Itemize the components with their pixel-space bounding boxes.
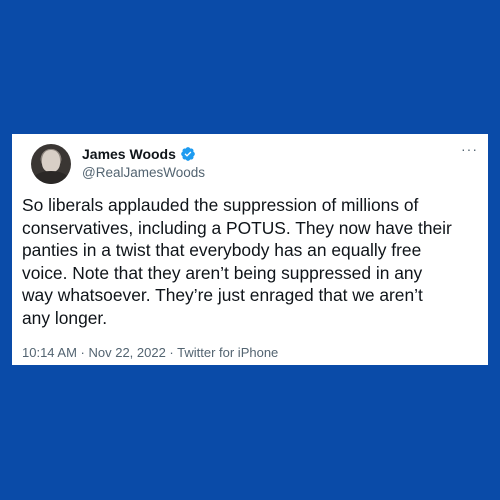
- author-handle[interactable]: @RealJamesWoods: [82, 164, 205, 182]
- avatar-face: [42, 150, 60, 172]
- more-options-icon[interactable]: ···: [461, 142, 478, 156]
- tweet-timestamp[interactable]: 10:14 AM · Nov 22, 2022 · Twitter for iP…: [22, 345, 278, 361]
- avatar-shoulders: [33, 171, 69, 184]
- author-name[interactable]: James Woods: [82, 145, 176, 163]
- tweet-text: So liberals applauded the suppression of…: [22, 195, 452, 328]
- verified-badge-icon: [181, 147, 195, 161]
- tweet-card: James Woods @RealJamesWoods ··· So liber…: [12, 134, 488, 365]
- avatar[interactable]: [31, 144, 71, 184]
- author-row: James Woods: [82, 145, 196, 163]
